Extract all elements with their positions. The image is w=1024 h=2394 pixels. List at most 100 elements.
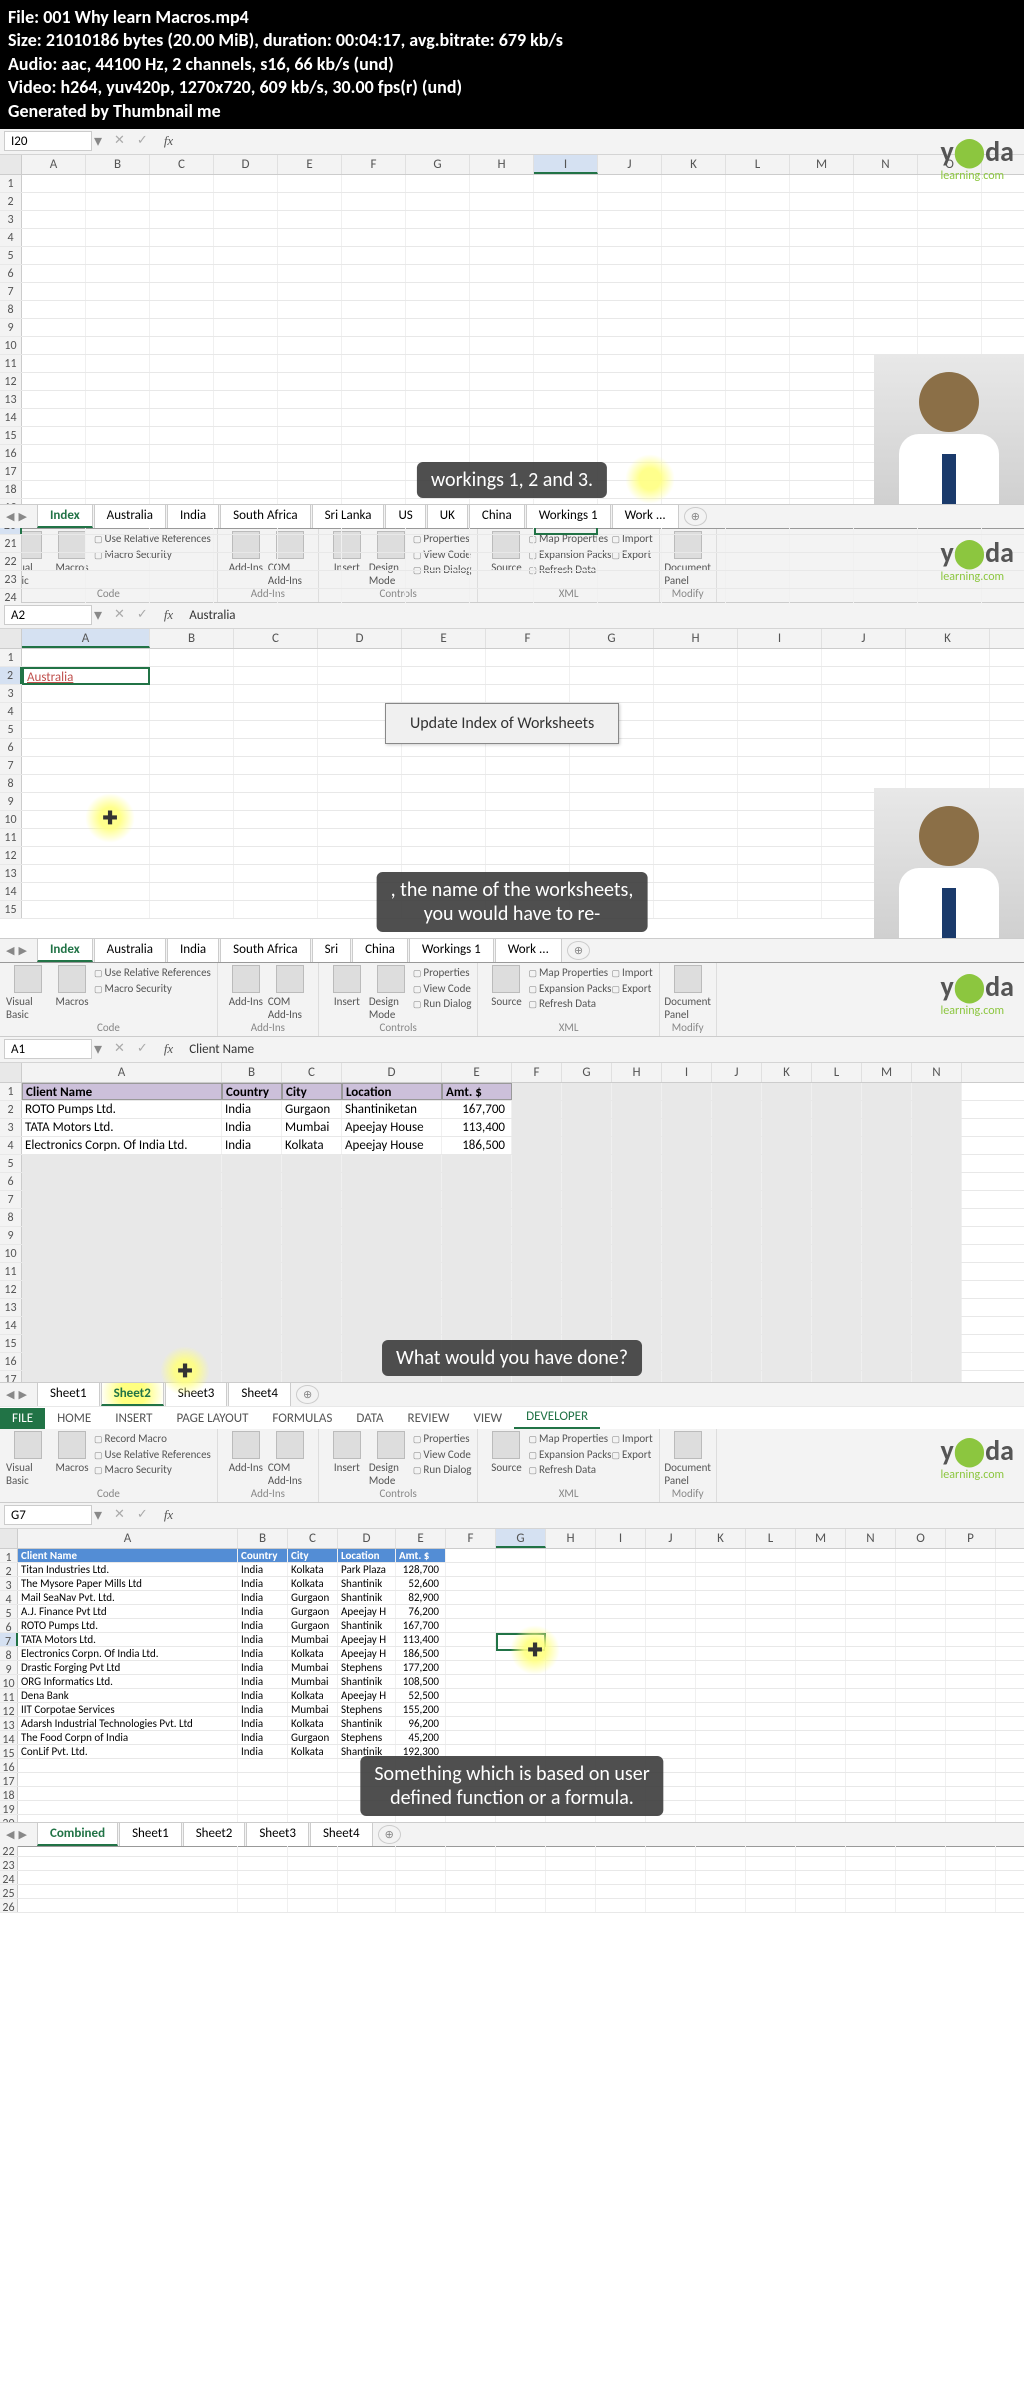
formula-content[interactable]: Client Name [183, 1042, 254, 1057]
visual-basic-button[interactable]: Visual Basic [6, 1431, 50, 1487]
menu-tab[interactable]: DEVELOPER [514, 1406, 600, 1429]
enter-icon[interactable]: ✓ [137, 133, 148, 149]
size-line: Size: 21010186 bytes (20.00 MiB), durati… [8, 29, 1016, 52]
column-headers[interactable]: ABCDEFGHIJK [0, 629, 1024, 649]
sheet-tab[interactable]: Sheet1 [119, 1822, 182, 1846]
sheet-tabs: ◀▶ Sheet1Sheet2Sheet3Sheet4 ⊕ [0, 1382, 1024, 1406]
add-sheet-icon[interactable]: ⊕ [296, 1385, 319, 1404]
presenter-video [874, 354, 1024, 504]
sheet-tab[interactable]: Sri [312, 938, 352, 962]
tab-nav[interactable]: ◀▶ [6, 510, 37, 523]
cancel-icon[interactable]: ✕ [114, 133, 125, 149]
sheet-tab[interactable]: Workings 1 [526, 504, 611, 528]
sheet-tab[interactable]: UK [427, 504, 468, 528]
menu-tab[interactable]: PAGE LAYOUT [165, 1408, 261, 1429]
sheet-tab[interactable]: India [167, 938, 219, 962]
gen-line: Generated by Thumbnail me [8, 100, 1016, 123]
update-index-button[interactable]: Update Index of Worksheets [385, 703, 619, 744]
macros-button[interactable]: Macros [50, 1431, 94, 1487]
sheet-tab[interactable]: Index [37, 504, 93, 528]
sheet-tab[interactable]: India [167, 504, 219, 528]
menu-tabs: FILEHOMEINSERTPAGE LAYOUTFORMULASDATAREV… [0, 1407, 1024, 1429]
presenter-video [874, 788, 1024, 938]
sheet-tab[interactable]: Sheet3 [246, 1822, 309, 1846]
sheet-tab[interactable]: Workings 1 [409, 938, 494, 962]
menu-tab[interactable]: FILE [0, 1408, 45, 1429]
cell-grid[interactable]: 1Client NameCountryCityLocationAmt. $2Ti… [0, 1549, 1024, 1913]
visual-basic-button[interactable]: Visual Basic [6, 965, 50, 1021]
menu-tab[interactable]: FORMULAS [260, 1408, 344, 1429]
formula-bar: ▾ ✕✓fx Client Name [0, 1037, 1024, 1063]
formula-icons: ✕ ✓ fx [104, 133, 183, 149]
sheet-tab[interactable]: Index [37, 938, 93, 962]
menu-tab[interactable]: INSERT [103, 1408, 164, 1429]
record-macro[interactable]: Record Macro [94, 1431, 211, 1447]
column-headers[interactable]: ABCDEFGHIJKLMN [0, 1063, 1024, 1083]
sheet-tab[interactable]: Sheet2 [101, 1382, 164, 1406]
sheet-tab[interactable]: South Africa [220, 504, 310, 528]
sheet-tab[interactable]: Australia [94, 938, 166, 962]
sheet-tab[interactable]: Sheet2 [183, 1822, 246, 1846]
enter-icon[interactable]: ✓ [137, 607, 148, 623]
name-box[interactable] [4, 131, 92, 151]
sheet-tab[interactable]: China [352, 938, 408, 962]
fx-icon[interactable]: fx [160, 607, 173, 623]
sheet-tab[interactable]: Sheet1 [37, 1382, 100, 1406]
panel-3: y⬤dalearning.com ▾ ✕✓fx Client Name ABCD… [0, 1037, 1024, 1407]
fx-icon[interactable]: fx [160, 133, 173, 149]
sheet-tab[interactable]: US [385, 504, 425, 528]
name-box[interactable] [4, 1039, 92, 1059]
yoda-logo: y⬤dalearning.com [941, 969, 1014, 1018]
menu-tab[interactable]: DATA [344, 1408, 395, 1429]
sheet-tab[interactable]: Work ... [612, 504, 679, 528]
menu-tab[interactable]: REVIEW [396, 1408, 462, 1429]
highlight-cursor: ✚ [160, 1346, 210, 1396]
audio-line: Audio: aac, 44100 Hz, 2 channels, s16, 6… [8, 53, 1016, 76]
cell-grid[interactable]: 123456789101112131415161718192021222324 [0, 175, 1024, 607]
highlight-cursor [625, 454, 675, 504]
file-line: File: 001 Why learn Macros.mp4 [8, 6, 1016, 29]
add-sheet-icon[interactable]: ⊕ [378, 1825, 401, 1844]
sheet-tab[interactable]: China [469, 504, 525, 528]
sheet-tab[interactable]: Sheet4 [310, 1822, 373, 1846]
sheet-tab[interactable]: Sheet4 [228, 1382, 291, 1406]
video-line: Video: h264, yuv420p, 1270x720, 609 kb/s… [8, 76, 1016, 99]
file-info-header: File: 001 Why learn Macros.mp4 Size: 210… [0, 0, 1024, 129]
column-headers[interactable]: ABCDEFGHIJKLMNO [0, 155, 1024, 175]
menu-tab[interactable]: HOME [45, 1408, 103, 1429]
formula-content[interactable]: Australia [183, 608, 235, 623]
namebox-dropdown-icon[interactable]: ▾ [92, 605, 104, 625]
highlight-cursor: ✚ [510, 1625, 560, 1675]
add-sheet-icon[interactable]: ⊕ [567, 941, 590, 960]
sheet-tabs: ◀▶ IndexAustraliaIndiaSouth AfricaSri La… [0, 504, 1024, 528]
sheet-tabs: ◀▶ IndexAustraliaIndiaSouth AfricaSriChi… [0, 938, 1024, 962]
tab-prev-icon: ◀ [6, 510, 14, 523]
macros-button[interactable]: Macros [50, 965, 94, 1021]
developer-ribbon-3: Visual BasicMacrosRecord MacroUse Relati… [0, 1429, 1024, 1503]
sheet-tab[interactable]: Combined [37, 1822, 118, 1846]
sheet-tabs: ◀▶ CombinedSheet1Sheet2Sheet3Sheet4 ⊕ [0, 1822, 1024, 1846]
cancel-icon[interactable]: ✕ [114, 607, 125, 623]
subtitle-caption: Something which is based on user defined… [360, 1756, 663, 1816]
name-box[interactable] [4, 605, 92, 625]
panel-2: y⬤dalearning.com ▾ ✕✓fx Australia ABCDEF… [0, 603, 1024, 963]
tab-nav[interactable]: ◀▶ [6, 944, 37, 957]
subtitle-caption: workings 1, 2 and 3. [417, 462, 607, 498]
sheet-tab[interactable]: Work ... [495, 938, 562, 962]
add-sheet-icon[interactable]: ⊕ [684, 507, 707, 526]
subtitle-caption: , the name of the worksheets, you would … [377, 872, 648, 932]
subtitle-caption: What would you have done? [382, 1340, 642, 1376]
name-box[interactable] [4, 1505, 92, 1525]
formula-bar: ▾ ✕ ✓ fx [0, 129, 1024, 155]
sheet-tab[interactable]: Sri Lanka [312, 504, 385, 528]
sheet-tab[interactable]: South Africa [220, 938, 310, 962]
yoda-logo: y⬤dalearning.com [941, 1433, 1014, 1482]
sheet-tab[interactable]: Australia [94, 504, 166, 528]
formula-bar: ▾ ✕ ✓ fx Australia [0, 603, 1024, 629]
developer-ribbon-2: Visual BasicMacrosUse Relative Reference… [0, 963, 1024, 1037]
highlight-cursor: ✚ [85, 793, 135, 843]
formula-bar: ▾ ✕✓fx [0, 1503, 1024, 1529]
column-headers[interactable]: ABCDEFGHIJKLMNOP [0, 1529, 1024, 1549]
menu-tab[interactable]: VIEW [462, 1408, 515, 1429]
namebox-dropdown-icon[interactable]: ▾ [92, 131, 104, 151]
